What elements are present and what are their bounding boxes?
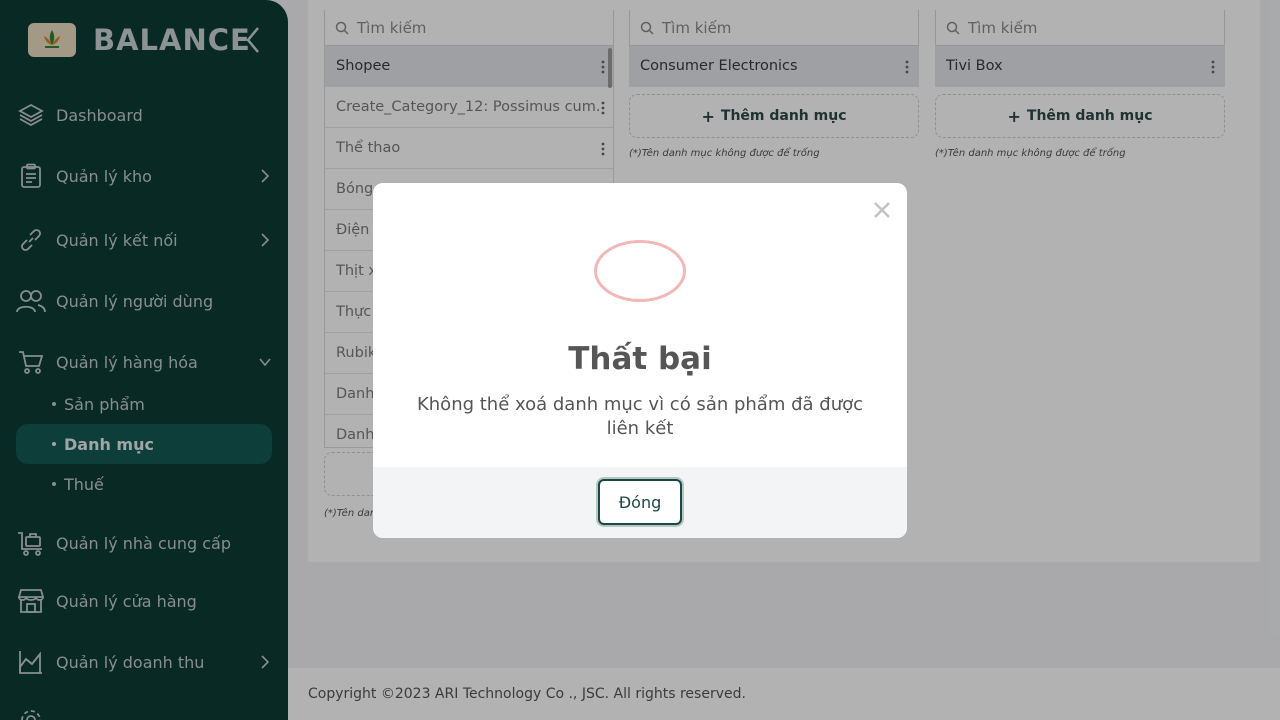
dialog-message: Không thể xoá danh mục vì có sản phẩm đã… [416,394,864,439]
error-icon [594,240,686,302]
close-dialog-button[interactable]: Đóng [598,479,682,525]
dialog-title: Thất bại [568,341,712,377]
close-icon[interactable] [871,199,893,221]
error-dialog: Thất bại Không thể xoá danh mục vì có sả… [373,183,907,538]
dialog-footer: Đóng [373,467,907,538]
